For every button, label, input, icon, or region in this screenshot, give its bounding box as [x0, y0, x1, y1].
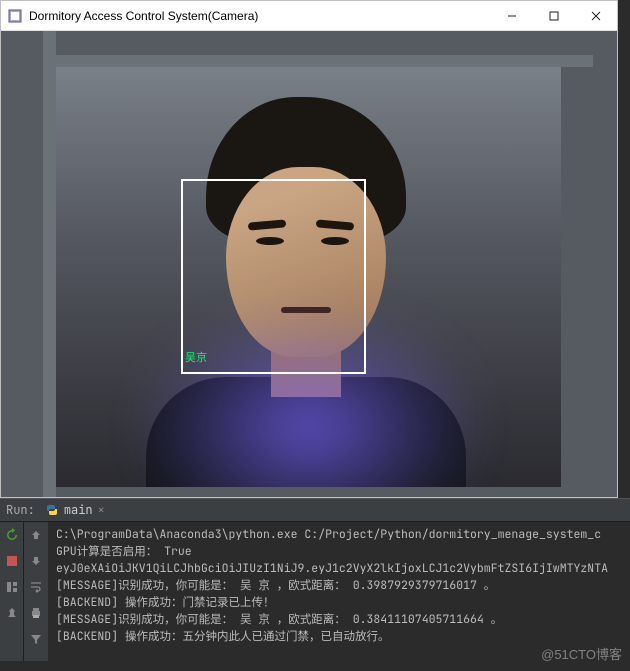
run-gutter-left — [0, 522, 24, 661]
monitor-bezel — [43, 31, 56, 497]
watermark: @51CTO博客 — [541, 644, 622, 663]
console-line: [BACKEND] 操作成功：门禁记录已上传！ — [56, 594, 622, 611]
close-button[interactable] — [575, 1, 617, 31]
ide-run-panel: Run: main × C:\ProgramData\Anaconda3\pyt… — [0, 498, 630, 661]
console-line: [MESSAGE]识别成功，你可能是： 吴 京 ，欧式距离： 0.3841110… — [56, 611, 622, 628]
console-line: [MESSAGE]识别成功，你可能是： 吴 京 ，欧式距离： 0.3987929… — [56, 577, 622, 594]
maximize-button[interactable] — [533, 1, 575, 31]
run-tab-main[interactable]: main × — [45, 502, 105, 518]
console-output[interactable]: C:\ProgramData\Anaconda3\python.exe C:/P… — [48, 522, 630, 661]
console-line: GPU计算是否启用： True — [56, 543, 622, 560]
console-line: C:\ProgramData\Anaconda3\python.exe C:/P… — [56, 526, 622, 543]
run-gutter-right — [24, 522, 48, 661]
stop-icon[interactable] — [3, 552, 21, 570]
console-line: [BACKEND] 操作成功：五分钟内此人已通过门禁，已自动放行。 — [56, 628, 622, 645]
camera-view: 吴京 — [1, 31, 617, 497]
run-tab-label: main — [64, 502, 93, 518]
wrap-icon[interactable] — [27, 578, 45, 596]
run-toolbar: Run: main × — [0, 498, 630, 522]
console-line: eyJ0eXAiOiJKV1QiLCJhbGciOiJIUzI1NiJ9.eyJ… — [56, 560, 622, 577]
rerun-icon[interactable] — [3, 526, 21, 544]
titlebar[interactable]: Dormitory Access Control System(Camera) — [1, 1, 617, 31]
run-label: Run: — [6, 502, 35, 518]
python-icon — [45, 503, 59, 517]
camera-window: Dormitory Access Control System(Camera) … — [0, 0, 618, 498]
face-detection-box — [181, 179, 366, 374]
face-label: 吴京 — [185, 349, 207, 365]
minimize-button[interactable] — [491, 1, 533, 31]
window-title: Dormitory Access Control System(Camera) — [29, 9, 491, 23]
pin-icon[interactable] — [3, 604, 21, 622]
app-icon — [1, 9, 29, 23]
layout-icon[interactable] — [3, 578, 21, 596]
filter-icon[interactable] — [27, 630, 45, 648]
close-tab-icon[interactable]: × — [98, 502, 105, 518]
down-icon[interactable] — [27, 552, 45, 570]
print-icon[interactable] — [27, 604, 45, 622]
monitor-bezel — [43, 55, 593, 67]
up-icon[interactable] — [27, 526, 45, 544]
